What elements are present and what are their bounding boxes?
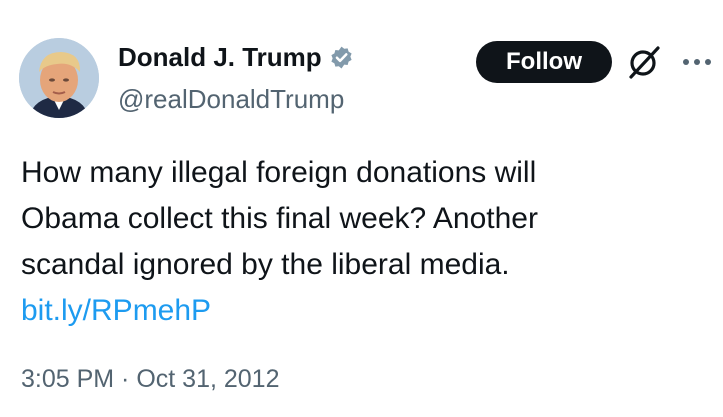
author-name-row: Donald J. Trump: [118, 40, 354, 74]
author-name[interactable]: Donald J. Trump: [118, 40, 322, 74]
tweet-link[interactable]: bit.ly/RPmehP: [21, 288, 711, 334]
follow-button[interactable]: Follow: [476, 41, 612, 83]
tweet-text-line: Obama collect this final week? Another: [21, 202, 538, 235]
tweet-date: Oct 31, 2012: [136, 365, 280, 393]
timestamp-separator: ·: [114, 365, 137, 393]
grok-icon[interactable]: [626, 44, 662, 80]
tweet-text-line: scandal ignored by the liberal media.: [21, 248, 510, 281]
tweet-text-line: How many illegal foreign donations will: [21, 156, 537, 189]
verified-badge-icon: [329, 45, 354, 70]
avatar[interactable]: [19, 38, 99, 118]
tweet-card: Donald J. Trump @realDonaldTrump Follow …: [0, 0, 723, 417]
more-options-icon[interactable]: [678, 44, 716, 80]
tweet-text: How many illegal foreign donations will …: [21, 150, 711, 334]
avatar-image: [19, 38, 99, 118]
author-handle[interactable]: @realDonaldTrump: [118, 82, 344, 116]
tweet-time: 3:05 PM: [21, 365, 115, 393]
tweet-timestamp[interactable]: 3:05 PM · Oct 31, 2012: [21, 362, 279, 396]
